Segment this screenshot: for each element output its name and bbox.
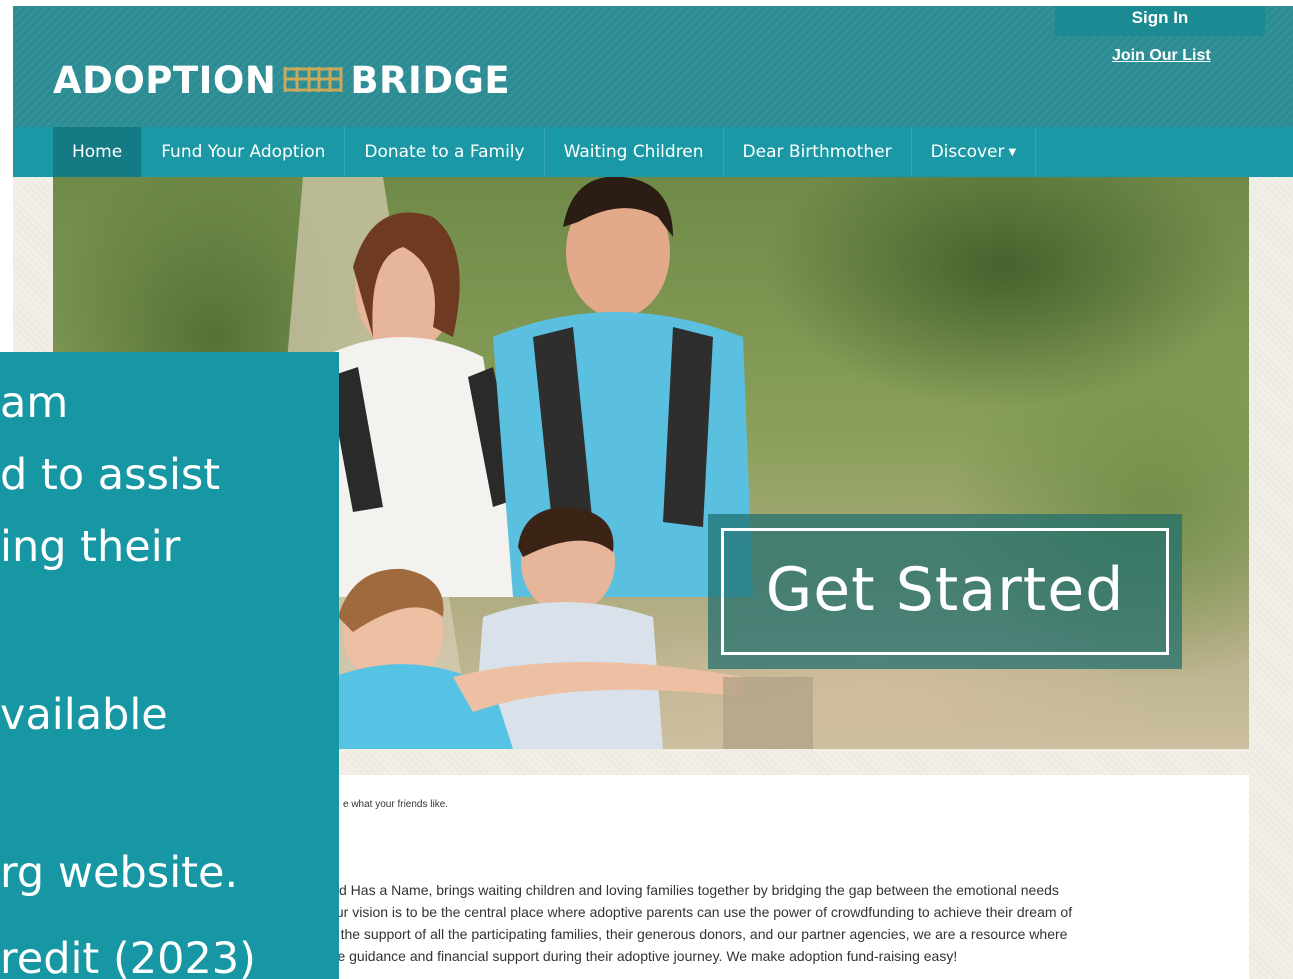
- about-line: Our vision is to be the central place wh…: [325, 904, 1073, 920]
- about-line: ure guidance and financial support durin…: [325, 948, 958, 964]
- about-text: hild Has a Name, brings waiting children…: [325, 879, 1225, 967]
- site-logo[interactable]: ADOPTION BRIDGE: [53, 56, 510, 104]
- overlay-line: d to assist: [0, 450, 221, 500]
- nav-item-waiting-children[interactable]: Waiting Children: [545, 127, 724, 177]
- logo-text-bridge: BRIDGE: [350, 58, 511, 102]
- logo-text-adoption: ADOPTION: [53, 58, 277, 102]
- main-nav: Home Fund Your Adoption Donate to a Fami…: [13, 127, 1293, 177]
- overlay-line: am: [0, 378, 69, 428]
- overlay-line: vailable: [0, 690, 168, 740]
- get-started-button[interactable]: Get Started: [721, 528, 1169, 655]
- nav-item-dear-birthmother[interactable]: Dear Birthmother: [724, 127, 912, 177]
- get-started-panel[interactable]: Get Started: [708, 514, 1182, 669]
- overlay-line: ing their: [0, 522, 181, 572]
- nav-item-fund-your-adoption[interactable]: Fund Your Adoption: [142, 127, 346, 177]
- nav-item-donate-to-a-family[interactable]: Donate to a Family: [345, 127, 545, 177]
- nav-item-home[interactable]: Home: [53, 127, 143, 177]
- sign-in-button[interactable]: Sign In: [1055, 6, 1265, 36]
- site-header: ADOPTION BRIDGE Sign In Join Our List: [13, 6, 1293, 127]
- overlay-text-panel: am d to assist ing their vailable rg web…: [0, 352, 339, 979]
- overlay-line: redit (2023): [0, 934, 256, 979]
- join-list-link[interactable]: Join Our List: [1112, 47, 1211, 65]
- about-line: hild Has a Name, brings waiting children…: [325, 882, 1059, 898]
- facebook-like-text: e what your friends like.: [343, 799, 449, 810]
- overlay-line: rg website.: [0, 848, 239, 898]
- nav-item-discover[interactable]: Discover ▼: [912, 127, 1037, 177]
- bridge-icon: [282, 59, 344, 102]
- about-line: th the support of all the participating …: [325, 926, 1068, 942]
- caret-down-icon: ▼: [1008, 147, 1017, 158]
